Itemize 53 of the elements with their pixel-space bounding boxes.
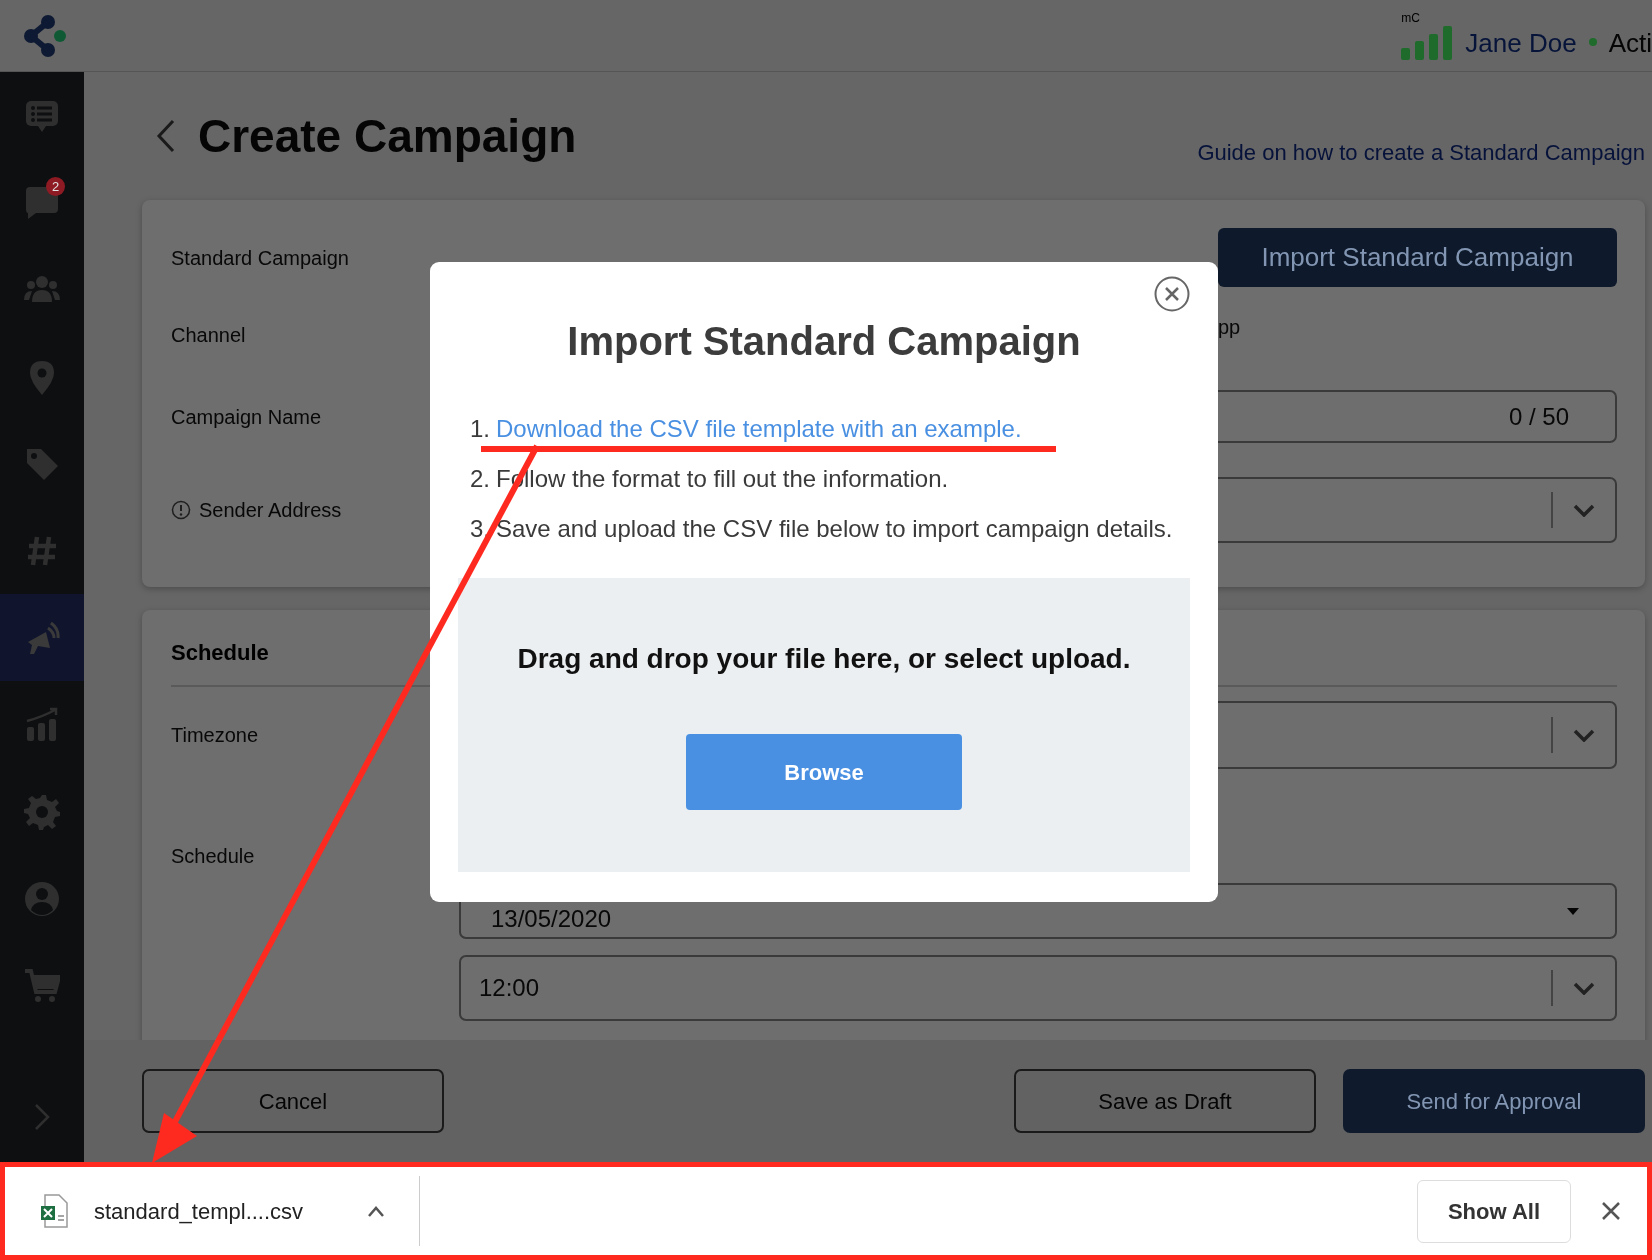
guide-link[interactable]: Guide on how to create a Standard Campaign (1197, 135, 1645, 169)
import-button[interactable]: Import Standard Campaign (1218, 228, 1617, 287)
step-text: Save and upload the CSV file below to import campaign details. (496, 514, 1173, 544)
step-number: 1. (470, 414, 490, 444)
chevron-down-icon (1573, 981, 1595, 995)
settings-icon (24, 793, 60, 830)
cancel-button[interactable]: Cancel (142, 1069, 444, 1133)
meter-label: mC (1401, 11, 1421, 24)
modal-title: Import Standard Campaign (566, 318, 1082, 365)
user-icon (24, 880, 60, 917)
count-badge: 2 (46, 177, 65, 196)
chevron-right-icon (33, 1103, 51, 1131)
field-label: Sender Address (199, 498, 342, 523)
close-button[interactable] (1154, 276, 1190, 312)
file-name[interactable]: standard_templ....csv (94, 1194, 304, 1228)
chat-icon (24, 184, 60, 221)
save-draft-button[interactable]: Save as Draft (1014, 1069, 1316, 1133)
sidebar-item[interactable] (0, 594, 84, 681)
channel-value: pp (1218, 315, 1241, 340)
date-value: 13/05/2020 (491, 904, 612, 934)
field-label: Campaign Name (171, 404, 322, 430)
spreadsheet-file-icon (40, 1194, 68, 1228)
field-label: Standard Campaign (171, 245, 349, 271)
sidebar-item[interactable]: 2 (0, 159, 84, 246)
field-label: Schedule (171, 844, 255, 869)
signal-icon (1401, 25, 1454, 60)
drop-zone[interactable]: Drag and drop your file here, or select upload. Browse (458, 578, 1190, 872)
cart-icon (24, 967, 60, 1004)
character-counter: 0 / 50 (1508, 401, 1569, 432)
caret-up-icon (367, 1204, 386, 1218)
caret-down-icon (1567, 907, 1579, 915)
submit-button[interactable]: Send for Approval (1343, 1069, 1645, 1133)
select-field[interactable]: 12:00 (459, 955, 1617, 1021)
browse-button[interactable]: Browse (686, 734, 962, 810)
section-heading: Schedule (171, 639, 269, 667)
show-all-button[interactable]: Show All (1416, 1179, 1571, 1243)
status-text: Acti (1608, 28, 1652, 60)
template-download-link[interactable]: Download the CSV file template with an example. (496, 411, 1022, 447)
select-value: 12:00 (479, 973, 540, 1003)
back-button[interactable] (156, 119, 176, 153)
close-icon (1601, 1201, 1621, 1221)
chevron-left-icon (156, 119, 176, 153)
chevron-down-icon (1573, 728, 1595, 742)
status-dot (1588, 37, 1597, 46)
chart-icon (24, 706, 60, 743)
field-label: Channel (171, 323, 246, 348)
drop-zone-text: Drag and drop your file here, or select upload. (517, 642, 1131, 676)
chevron-down-icon (1573, 503, 1595, 517)
close-icon (1154, 276, 1190, 312)
field-label: Timezone (171, 723, 259, 748)
user-name[interactable]: Jane Doe (1465, 28, 1577, 60)
step-number: 3. (470, 514, 490, 544)
step-number: 2. (470, 464, 490, 494)
